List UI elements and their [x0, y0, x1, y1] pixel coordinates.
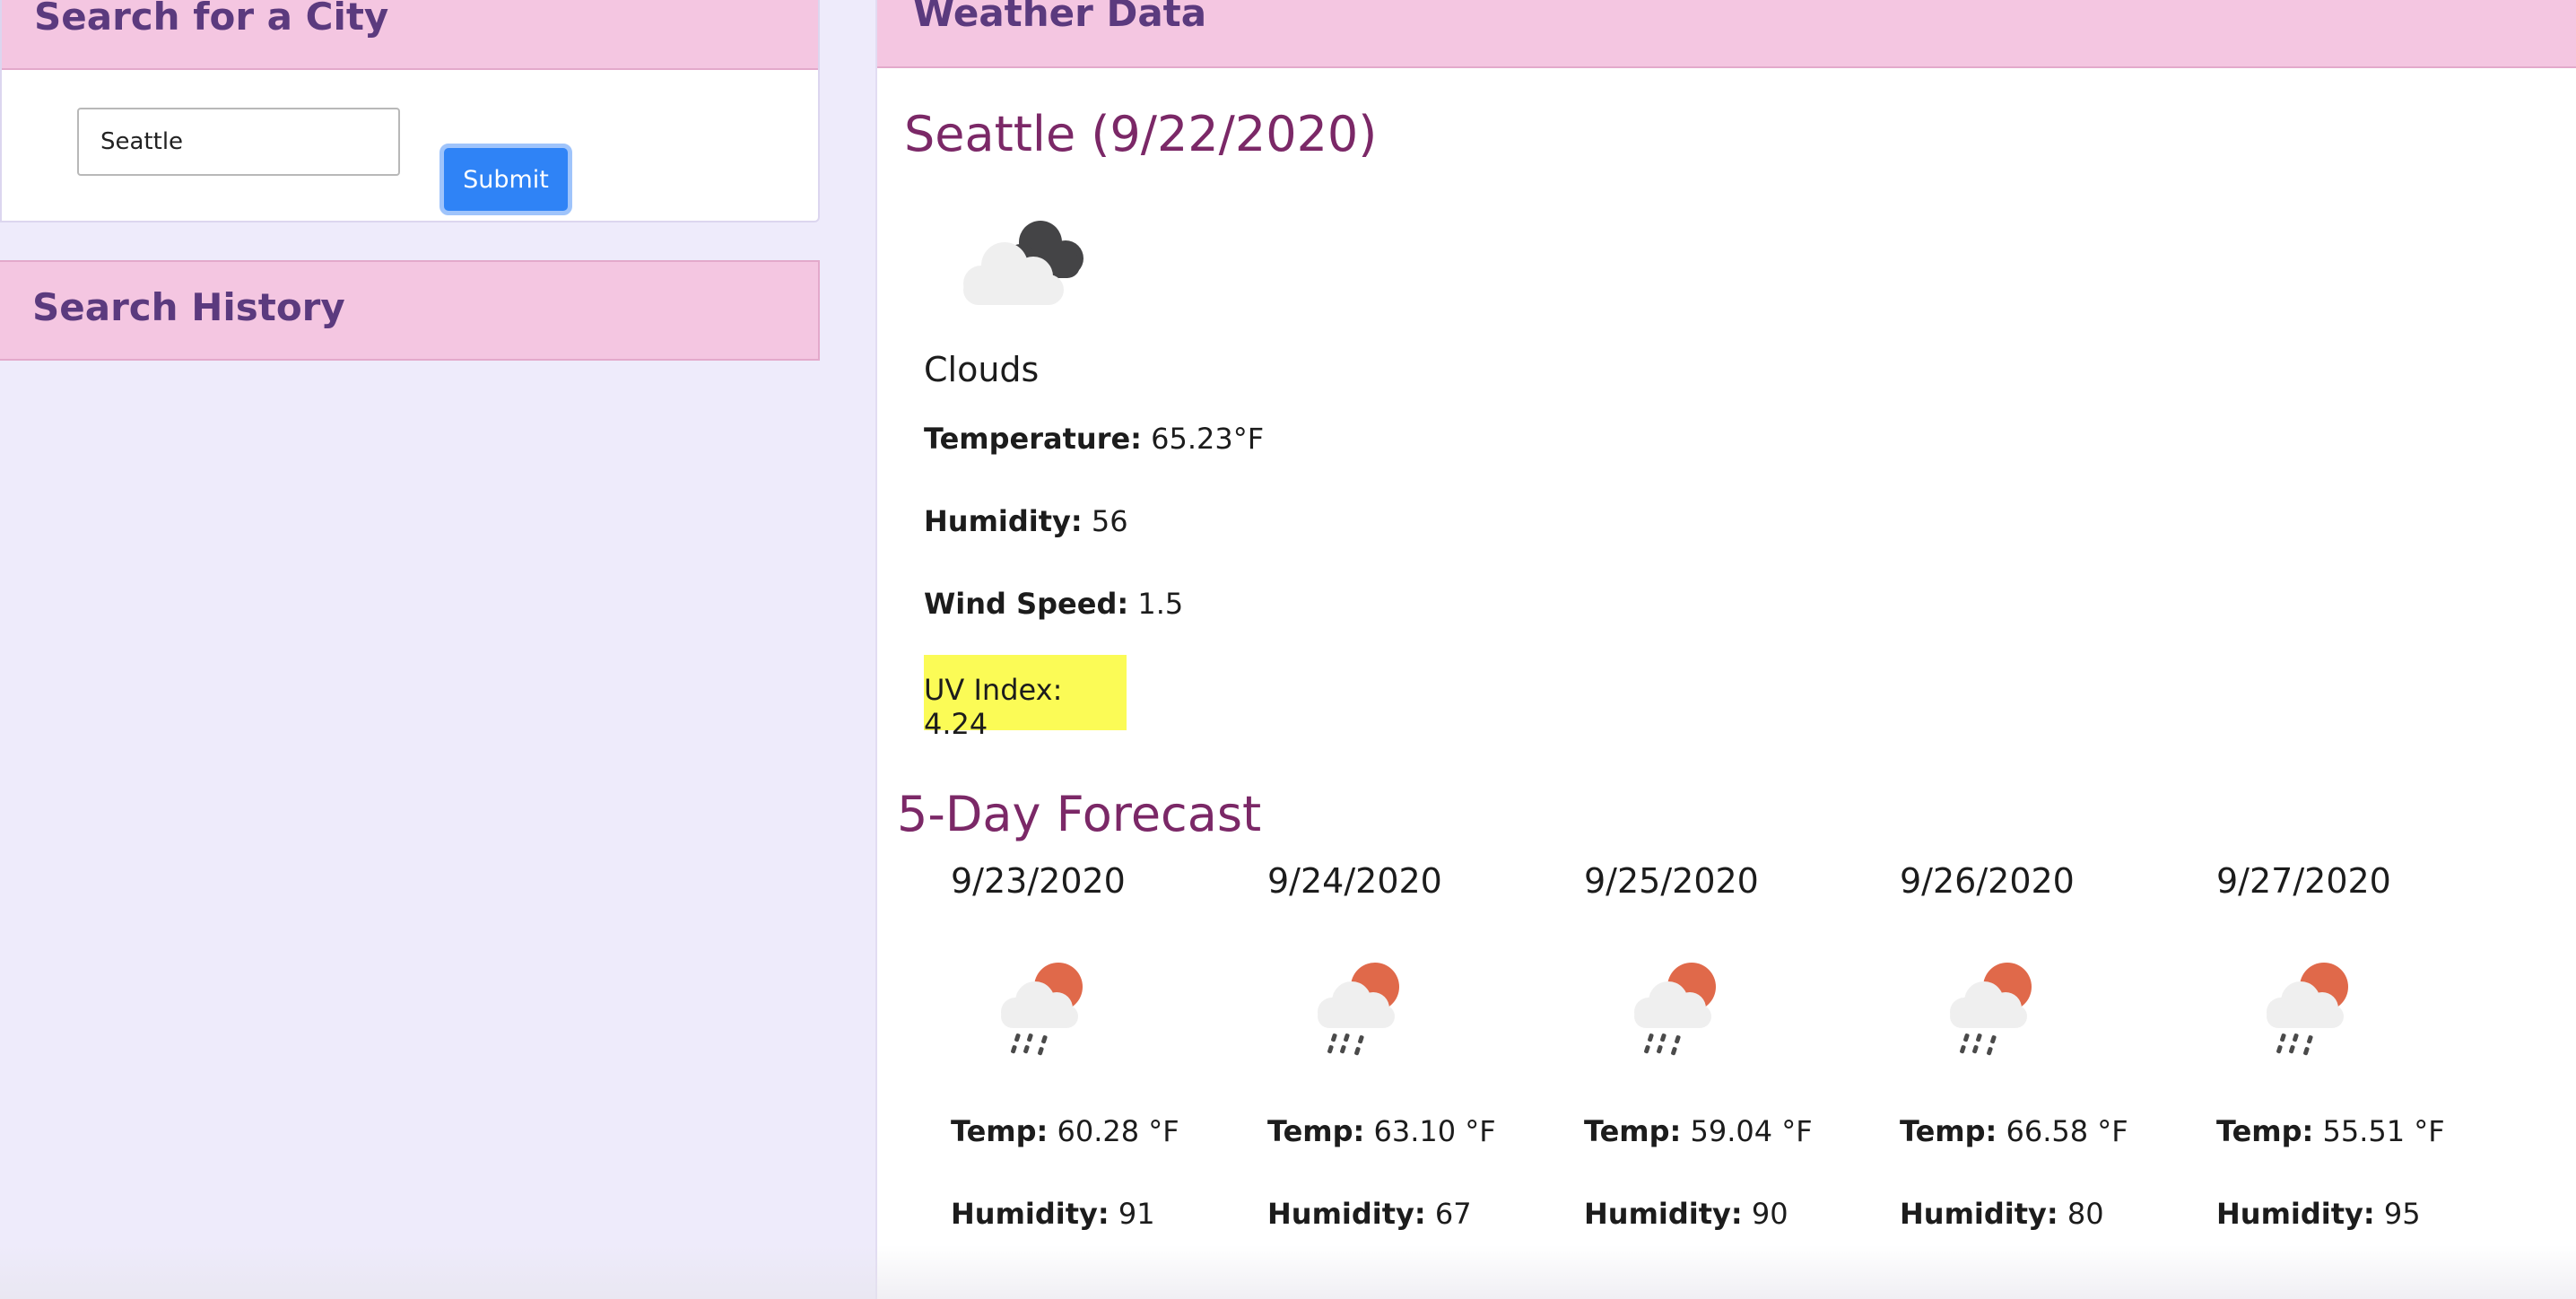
- cloud-dark-icon: [963, 221, 1083, 305]
- forecast-humidity-value: 95: [2383, 1197, 2421, 1231]
- forecast-temp: Temp: 66.58 °F: [1900, 1114, 2128, 1148]
- page: Search for a City Submit Search History …: [0, 0, 2576, 1299]
- forecast-day-card: 9/24/2020 Temp: 63.10 °F Humidity: 67: [1267, 861, 1572, 1231]
- forecast-humidity: Humidity: 95: [2216, 1197, 2421, 1231]
- forecast-temp-value: 55.51 °F: [2322, 1114, 2445, 1148]
- forecast-temp-label: Temp:: [1267, 1114, 1365, 1148]
- forecast-humidity-label: Humidity:: [1267, 1197, 1426, 1231]
- humidity-label: Humidity:: [924, 504, 1083, 538]
- forecast-heading: 5-Day Forecast: [897, 786, 1262, 842]
- search-history-card: Search History: [0, 260, 820, 361]
- forecast-temp-label: Temp:: [2216, 1114, 2314, 1148]
- forecast-date: 9/26/2020: [1900, 861, 2075, 901]
- humidity-stat: Humidity: 56: [924, 504, 1128, 538]
- current-city-heading: Seattle (9/22/2020): [904, 106, 1378, 162]
- forecast-humidity-value: 90: [1751, 1197, 1788, 1231]
- rain-sun-cloud-icon: [1001, 963, 1083, 1056]
- forecast-humidity: Humidity: 80: [1900, 1197, 2104, 1231]
- weather-data-title: Weather Data: [877, 0, 2576, 68]
- forecast-temp: Temp: 55.51 °F: [2216, 1114, 2445, 1148]
- forecast-humidity-label: Humidity:: [951, 1197, 1110, 1231]
- forecast-humidity-value: 80: [2067, 1197, 2104, 1231]
- search-row: Submit: [2, 70, 818, 222]
- submit-button[interactable]: Submit: [439, 144, 572, 215]
- uv-index-label: UV Index:: [924, 673, 1063, 707]
- forecast-temp-value: 66.58 °F: [2006, 1114, 2128, 1148]
- search-card-title: Search for a City: [2, 0, 818, 70]
- forecast-humidity: Humidity: 91: [951, 1197, 1155, 1231]
- forecast-temp: Temp: 60.28 °F: [951, 1114, 1179, 1148]
- wind-speed-stat: Wind Speed: 1.5: [924, 587, 1183, 621]
- rain-sun-cloud-icon: [1318, 963, 1399, 1056]
- forecast-temp-label: Temp:: [1900, 1114, 1997, 1148]
- uv-index-value: 4.24: [924, 707, 988, 741]
- temperature-stat: Temperature: 65.23°F: [924, 422, 1264, 456]
- weather-condition: Clouds: [924, 350, 1040, 389]
- forecast-humidity-label: Humidity:: [2216, 1197, 2375, 1231]
- wind-speed-value: 1.5: [1137, 587, 1184, 621]
- wind-speed-label: Wind Speed:: [924, 587, 1129, 621]
- forecast-date: 9/23/2020: [951, 861, 1126, 901]
- humidity-value: 56: [1091, 504, 1128, 538]
- forecast-temp-label: Temp:: [1584, 1114, 1682, 1148]
- forecast-day-card: 9/27/2020 Temp: 55.51 °F Humidity: 95: [2216, 861, 2521, 1231]
- forecast-temp-value: 59.04 °F: [1690, 1114, 1813, 1148]
- forecast-temp: Temp: 59.04 °F: [1584, 1114, 1813, 1148]
- rain-sun-cloud-icon: [2267, 963, 2348, 1056]
- forecast-date: 9/27/2020: [2216, 861, 2391, 901]
- temperature-label: Temperature:: [924, 422, 1142, 456]
- search-history-title: Search History: [32, 285, 345, 329]
- forecast-humidity-label: Humidity:: [1584, 1197, 1743, 1231]
- city-search-input[interactable]: [77, 108, 400, 176]
- forecast-temp-label: Temp:: [951, 1114, 1049, 1148]
- forecast-humidity-value: 67: [1434, 1197, 1472, 1231]
- temperature-value: 65.23°F: [1151, 422, 1265, 456]
- forecast-temp-value: 60.28 °F: [1057, 1114, 1179, 1148]
- forecast-humidity-value: 91: [1118, 1197, 1155, 1231]
- forecast-day-card: 9/23/2020 Temp: 60.28 °F Humidity: 91: [951, 861, 1256, 1231]
- forecast-temp: Temp: 63.10 °F: [1267, 1114, 1496, 1148]
- forecast-humidity: Humidity: 67: [1267, 1197, 1472, 1231]
- rain-sun-cloud-icon: [1634, 963, 1716, 1056]
- weather-data-panel: Weather Data Seattle (9/22/2020) Clouds …: [875, 0, 2576, 1299]
- uv-index-badge: UV Index: 4.24: [924, 655, 1127, 741]
- search-card: Search for a City Submit: [0, 0, 820, 222]
- forecast-date: 9/24/2020: [1267, 861, 1442, 901]
- rain-sun-cloud-icon: [1950, 963, 2032, 1056]
- forecast-day-card: 9/25/2020 Temp: 59.04 °F Humidity: 90: [1584, 861, 1889, 1231]
- forecast-temp-value: 63.10 °F: [1373, 1114, 1496, 1148]
- forecast-day-card: 9/26/2020 Temp: 66.58 °F Humidity: 80: [1900, 861, 2205, 1231]
- forecast-humidity: Humidity: 90: [1584, 1197, 1788, 1231]
- forecast-date: 9/25/2020: [1584, 861, 1759, 901]
- forecast-humidity-label: Humidity:: [1900, 1197, 2058, 1231]
